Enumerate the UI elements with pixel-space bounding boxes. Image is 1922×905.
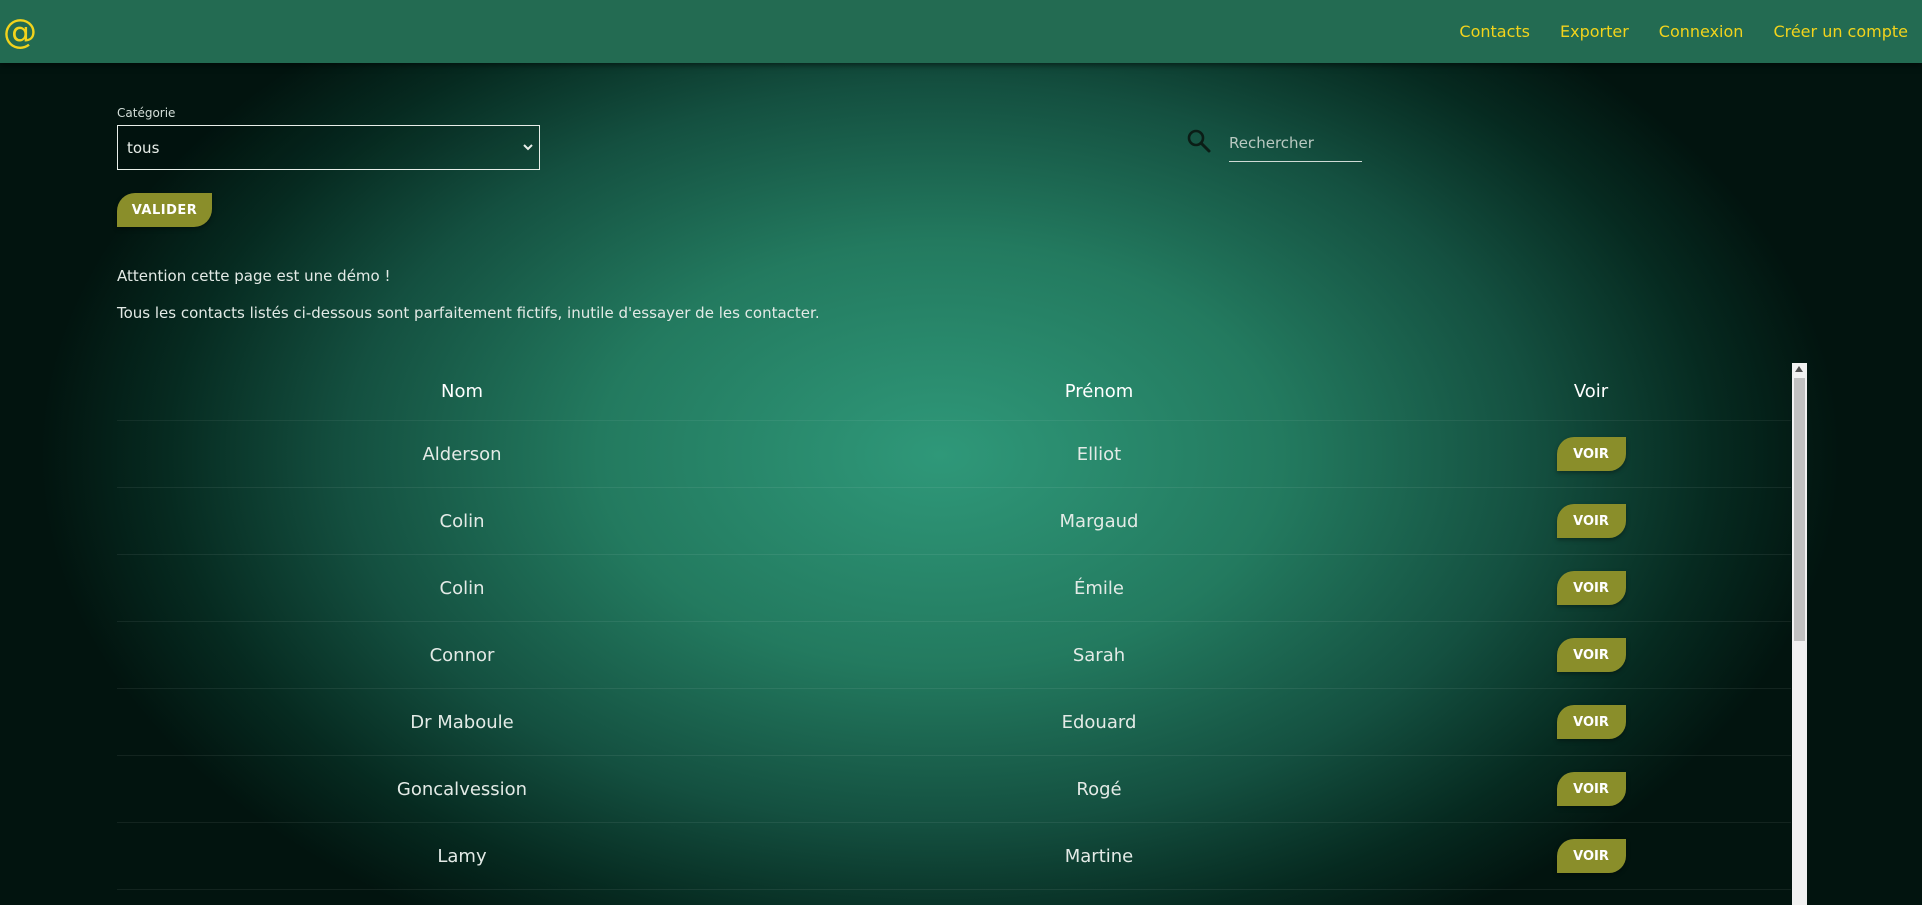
header-voir: Voir [1573, 381, 1609, 402]
category-selected-value: tous [127, 138, 160, 157]
voir-button[interactable]: VOIR [1556, 705, 1626, 739]
top-navbar: @ Contacts Exporter Connexion Créer un c… [0, 0, 1922, 63]
cell-nom: Lamy [437, 845, 487, 867]
voir-button[interactable]: VOIR [1556, 571, 1626, 605]
table-row: Colin Margaud VOIR [117, 488, 1791, 555]
nav-link-connexion[interactable]: Connexion [1659, 22, 1744, 41]
cell-prenom: Sarah [1072, 644, 1126, 666]
voir-button[interactable]: VOIR [1556, 437, 1626, 471]
table-header: Nom Prénom Voir [117, 363, 1791, 421]
nav-link-contacts[interactable]: Contacts [1459, 22, 1530, 41]
logo-at-icon[interactable]: @ [3, 15, 37, 49]
cell-prenom: Martine [1064, 845, 1134, 867]
search-icon[interactable] [1186, 128, 1212, 154]
cell-nom: Goncalvession [396, 778, 528, 800]
table-row: Dr Maboule Edouard VOIR [117, 689, 1791, 756]
header-prenom: Prénom [1064, 381, 1134, 402]
voir-button[interactable]: VOIR [1556, 839, 1626, 873]
category-label: Catégorie [117, 106, 176, 120]
voir-button[interactable]: VOIR [1556, 772, 1626, 806]
nav-links: Contacts Exporter Connexion Créer un com… [1429, 22, 1908, 41]
cell-nom: Alderson [422, 443, 502, 465]
cell-nom: Dr Maboule [410, 711, 514, 733]
cell-nom: Colin [439, 577, 485, 599]
cell-nom: Connor [429, 644, 495, 666]
table-row: Alderson Elliot VOIR [117, 421, 1791, 488]
search-input[interactable]: Rechercher [1229, 124, 1362, 162]
fictitious-contacts-notice: Tous les contacts listés ci-dessous sont… [117, 304, 820, 322]
table-row: Lamy Martine VOIR [117, 823, 1791, 890]
chevron-down-icon [523, 144, 533, 151]
table-row: Goncalvession Rogé VOIR [117, 756, 1791, 823]
cell-prenom: Rogé [1076, 778, 1122, 800]
cell-nom: Colin [439, 510, 485, 532]
nav-link-exporter[interactable]: Exporter [1560, 22, 1629, 41]
cell-prenom: Elliot [1076, 443, 1122, 465]
cell-prenom: Edouard [1061, 711, 1137, 733]
scroll-up-arrow-icon[interactable] [1795, 366, 1803, 372]
scrollbar-thumb[interactable] [1794, 378, 1805, 641]
contacts-table: Nom Prénom Voir Alderson Elliot VOIR Col… [117, 363, 1791, 905]
cell-prenom: Émile [1074, 577, 1124, 599]
voir-button[interactable]: VOIR [1556, 504, 1626, 538]
header-nom: Nom [440, 381, 483, 402]
category-select[interactable]: tous [117, 125, 540, 170]
table-row: Colin Émile VOIR [117, 555, 1791, 622]
table-scrollbar[interactable] [1792, 363, 1807, 905]
cell-prenom: Margaud [1059, 510, 1139, 532]
voir-button[interactable]: VOIR [1556, 638, 1626, 672]
submit-filter-button[interactable]: VALIDER [117, 193, 212, 227]
demo-notice: Attention cette page est une démo ! [117, 267, 391, 285]
table-row: Connor Sarah VOIR [117, 622, 1791, 689]
nav-link-creer-compte[interactable]: Créer un compte [1773, 22, 1908, 41]
